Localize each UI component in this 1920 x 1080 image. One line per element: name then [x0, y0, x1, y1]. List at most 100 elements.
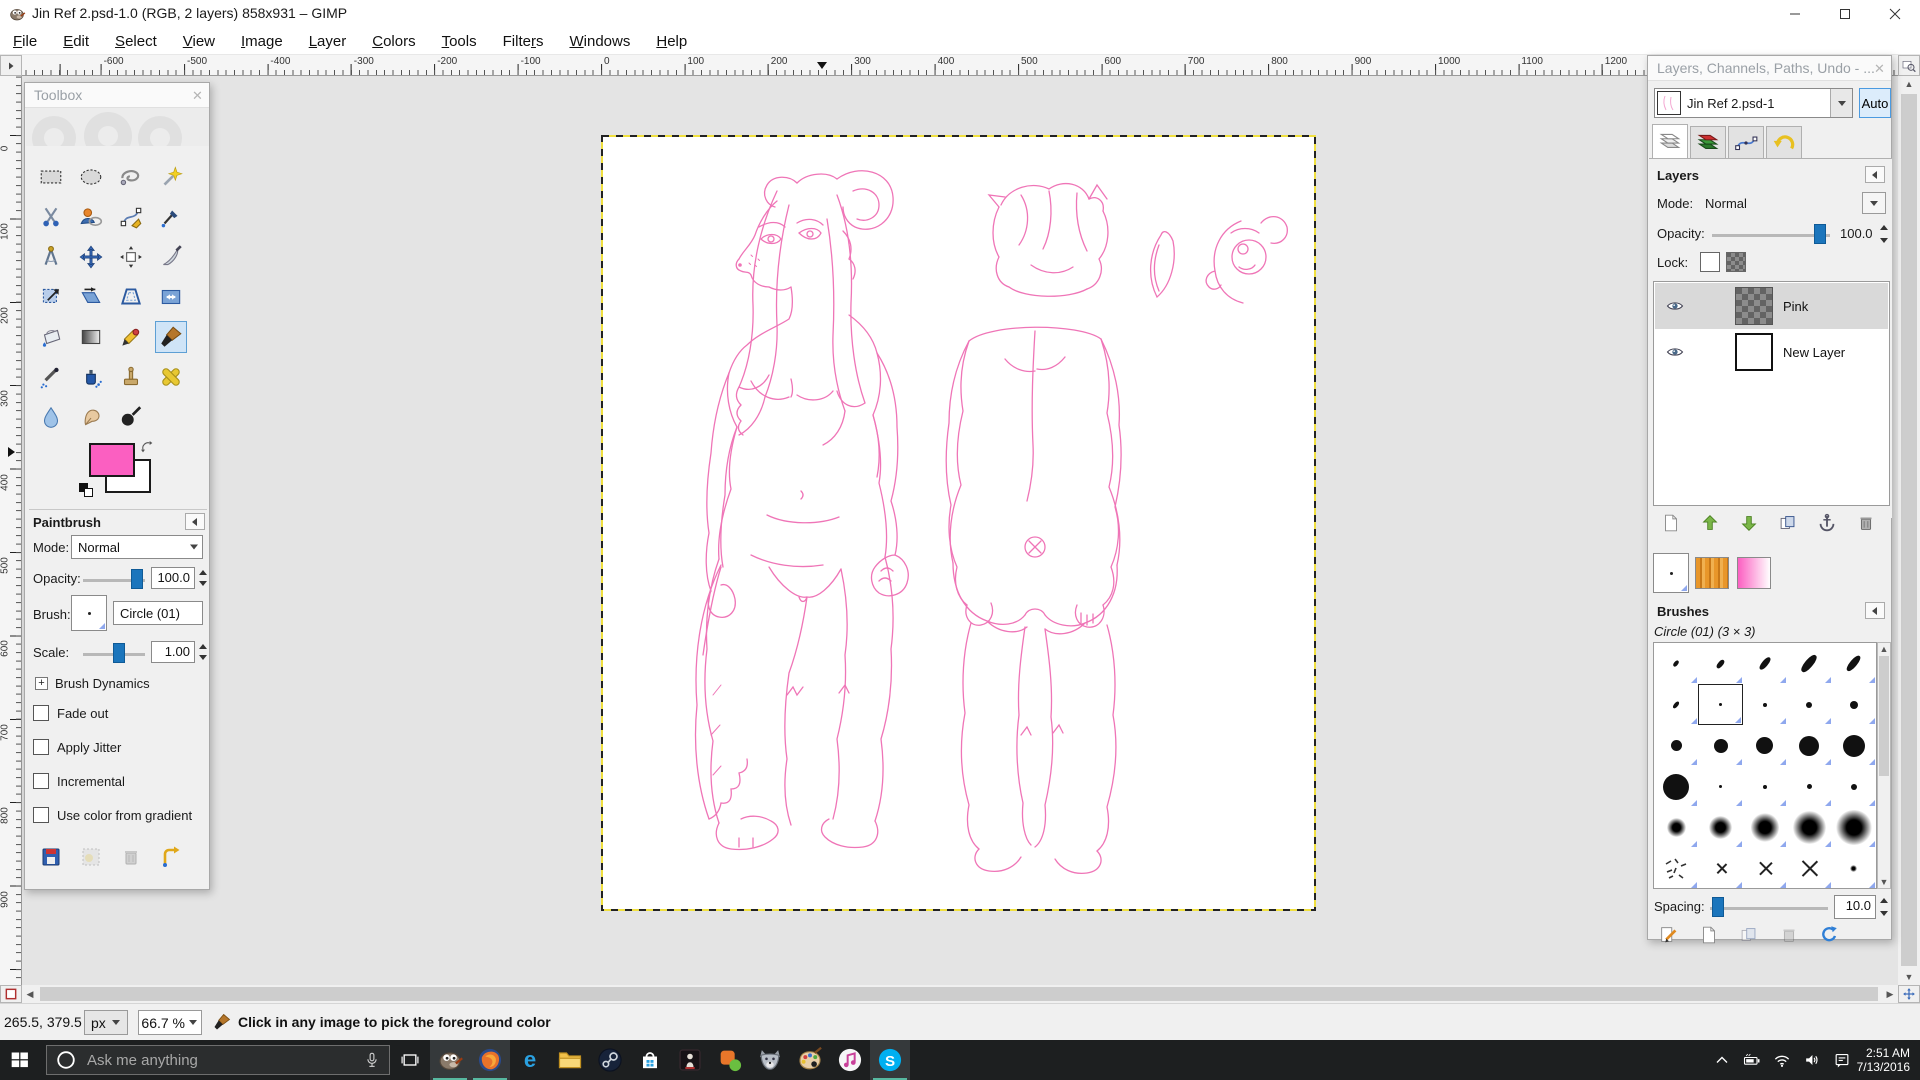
brush-cell[interactable] — [1787, 766, 1831, 807]
menu-tools[interactable]: Tools — [429, 30, 490, 53]
menu-image[interactable]: Image — [228, 30, 296, 53]
menu-view[interactable]: View — [170, 30, 228, 53]
layer-row-pink[interactable]: Pink — [1655, 283, 1888, 329]
opacity-slider-handle[interactable] — [131, 569, 143, 589]
taskbar-app-edge[interactable]: e — [510, 1040, 550, 1080]
tool-ink[interactable] — [75, 361, 107, 393]
brush-cell-selected[interactable] — [1698, 684, 1742, 725]
tool-bucket-fill[interactable] — [35, 321, 67, 353]
brush-cell[interactable] — [1832, 725, 1876, 766]
taskbar-app-paint-palette[interactable] — [790, 1040, 830, 1080]
brushes-panel-collapse[interactable] — [1865, 602, 1885, 619]
tool-heal[interactable] — [155, 361, 187, 393]
menu-filters[interactable]: Filters — [490, 30, 557, 53]
spacing-slider[interactable] — [1710, 907, 1828, 910]
brush-refresh-button[interactable] — [1818, 924, 1840, 946]
layer-thumbnail[interactable] — [1735, 333, 1773, 371]
tool-smudge[interactable] — [75, 401, 107, 433]
brush-cell[interactable] — [1743, 684, 1787, 725]
layer-delete-button[interactable] — [1855, 512, 1877, 534]
menu-colors[interactable]: Colors — [359, 30, 428, 53]
brush-new-button[interactable] — [1698, 924, 1720, 946]
tool-fuzzy-select[interactable] — [155, 161, 187, 193]
brush-cell[interactable] — [1787, 807, 1831, 848]
brush-duplicate-button[interactable] — [1738, 924, 1760, 946]
brush-cell[interactable] — [1698, 643, 1742, 684]
dock-tab-layers[interactable] — [1652, 124, 1688, 158]
taskbar-app-windows-store[interactable] — [630, 1040, 670, 1080]
lock-pixels-toggle[interactable] — [1700, 252, 1720, 272]
brush-cell[interactable] — [1832, 766, 1876, 807]
tray-chevron-up[interactable] — [1707, 1040, 1737, 1080]
task-view-button[interactable] — [390, 1040, 430, 1080]
image-selector-dropdown[interactable] — [1830, 89, 1852, 117]
scale-slider-handle[interactable] — [113, 643, 125, 663]
spacing-slider-handle[interactable] — [1712, 897, 1724, 917]
taskbar-search[interactable]: Ask me anything — [46, 1045, 390, 1075]
scale-value[interactable]: 1.00 — [151, 641, 195, 663]
brush-cell[interactable] — [1832, 848, 1876, 889]
opacity-spinner[interactable] — [197, 567, 208, 589]
scroll-right-arrow[interactable]: ▶ — [1882, 985, 1898, 1003]
menu-windows[interactable]: Windows — [556, 30, 643, 53]
scroll-left-arrow[interactable]: ◀ — [22, 985, 38, 1003]
color-area[interactable] — [89, 443, 159, 505]
navigation-preview-button[interactable] — [1898, 985, 1920, 1003]
tool-options-collapse-button[interactable] — [185, 513, 205, 530]
tool-color-picker[interactable] — [155, 201, 187, 233]
horizontal-scrollbar-thumb[interactable] — [40, 987, 1878, 1001]
tool-shear[interactable] — [75, 281, 107, 313]
menu-edit[interactable]: Edit — [50, 30, 102, 53]
menu-help[interactable]: Help — [643, 30, 700, 53]
dock-tab-channels[interactable] — [1690, 126, 1726, 158]
brush-cell[interactable] — [1787, 848, 1831, 889]
vertical-ruler[interactable]: 0100200300400500600700800900 — [0, 76, 22, 985]
mic-icon[interactable] — [363, 1051, 381, 1069]
brush-cell[interactable] — [1832, 643, 1876, 684]
brush-cell[interactable] — [1743, 848, 1787, 889]
tool-airbrush[interactable] — [35, 361, 67, 393]
brush-cell[interactable] — [1743, 725, 1787, 766]
tool-foreground-select[interactable] — [75, 201, 107, 233]
unit-select[interactable]: px — [84, 1010, 128, 1035]
brush-cell[interactable] — [1832, 684, 1876, 725]
lock-alpha-toggle[interactable] — [1726, 252, 1746, 272]
horizontal-scrollbar[interactable]: ◀ ▶ — [22, 985, 1898, 1003]
brush-cell[interactable] — [1654, 848, 1698, 889]
close-button[interactable] — [1870, 0, 1920, 28]
tray-volume[interactable] — [1797, 1040, 1827, 1080]
layer-opacity-handle[interactable] — [1814, 224, 1826, 244]
tool-free-select[interactable] — [115, 161, 147, 193]
brush-dynamics-expander[interactable]: + — [35, 677, 48, 690]
layer-name[interactable]: Pink — [1783, 299, 1808, 314]
checkbox-incremental[interactable] — [33, 773, 49, 789]
tool-pencil[interactable] — [115, 321, 147, 353]
image-canvas[interactable] — [601, 135, 1316, 911]
tool-paths[interactable] — [115, 201, 147, 233]
tool-scale[interactable] — [35, 281, 67, 313]
image-selector[interactable]: Jin Ref 2.psd-1 — [1654, 88, 1853, 118]
spacing-spinner[interactable] — [1878, 895, 1889, 919]
layer-visibility-eye-icon[interactable] — [1665, 296, 1685, 316]
layer-visibility-eye-icon[interactable] — [1665, 342, 1685, 362]
brush-cell[interactable] — [1743, 807, 1787, 848]
dock-tab-undo[interactable] — [1766, 126, 1802, 158]
checkbox-use-color-from-gradient[interactable] — [33, 807, 49, 823]
dock-close-icon[interactable]: ✕ — [1871, 60, 1888, 77]
delete-options-button[interactable] — [119, 845, 143, 869]
layer-row-new-layer[interactable]: New Layer — [1655, 329, 1888, 375]
brush-cell[interactable] — [1654, 725, 1698, 766]
toolbox-close-icon[interactable]: ✕ — [189, 87, 206, 104]
brush-delete-button[interactable] — [1778, 924, 1800, 946]
spacing-value[interactable]: 10.0 — [1834, 895, 1876, 919]
layer-lower-button[interactable] — [1738, 512, 1760, 534]
restore-options-button[interactable] — [79, 845, 103, 869]
tray-battery[interactable] — [1737, 1040, 1767, 1080]
brush-cell[interactable] — [1698, 807, 1742, 848]
taskbar-app-itunes[interactable] — [830, 1040, 870, 1080]
swap-colors-icon[interactable] — [139, 439, 155, 455]
tool-perspective[interactable] — [115, 281, 147, 313]
tool-move[interactable] — [75, 241, 107, 273]
pattern-preview-button[interactable] — [1695, 557, 1729, 589]
layer-new-button[interactable] — [1660, 512, 1682, 534]
